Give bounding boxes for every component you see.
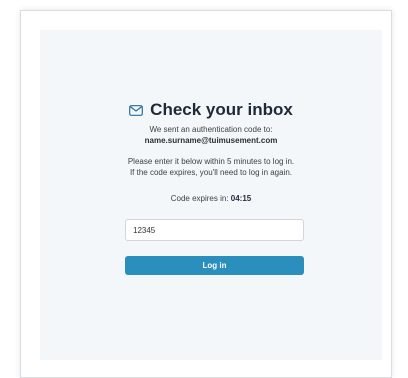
instruction-text-1: Please enter it below within 5 minutes t… (127, 157, 295, 166)
login-button[interactable]: Log in (125, 256, 304, 275)
envelope-icon (129, 104, 144, 116)
page-title: Check your inbox (150, 100, 293, 119)
sent-code-text: We sent an authentication code to: (149, 125, 273, 134)
auth-panel: Check your inbox We sent an authenticati… (40, 30, 382, 360)
heading-row: Check your inbox (40, 100, 382, 120)
expiry-label: Code expires in: (170, 194, 229, 203)
email-address: name.surname@tuimusement.com (144, 136, 278, 145)
instruction-text-2: If the code expires, you'll need to log … (129, 168, 293, 177)
auth-card: Check your inbox We sent an authenticati… (20, 10, 392, 378)
code-expiry: Code expires in: 04:15 (40, 193, 382, 204)
code-input[interactable] (125, 219, 304, 241)
expiry-timer: 04:15 (230, 194, 252, 203)
